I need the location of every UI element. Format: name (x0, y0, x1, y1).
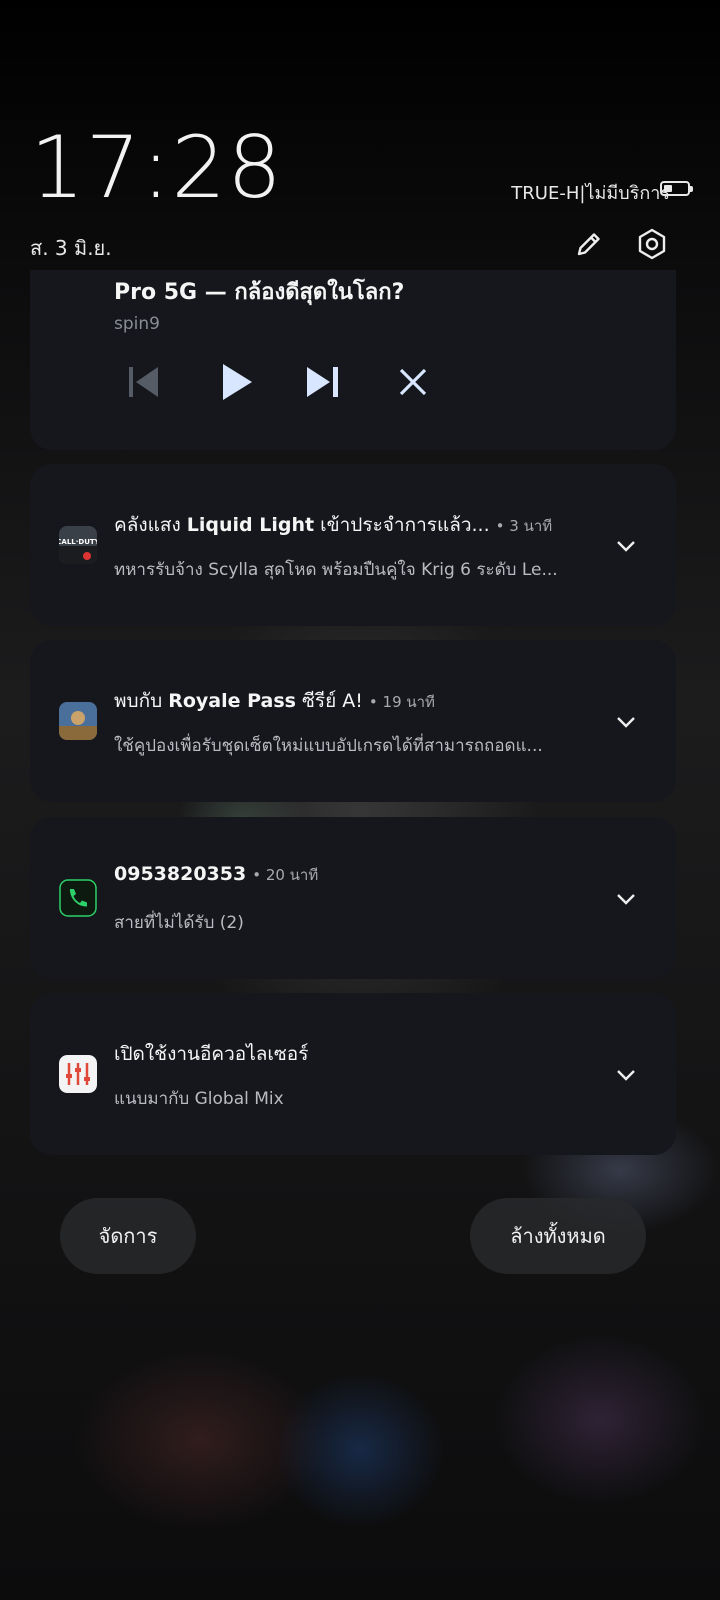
close-icon[interactable] (393, 362, 433, 402)
notification-pubg[interactable]: พบกับ Royale Pass ซีรีย์ A! • 19 นาที ใช้… (30, 640, 676, 802)
date: ส. 3 มิ.ย. (30, 236, 112, 260)
svg-text:CALL·DUTY: CALL·DUTY (59, 538, 97, 546)
skip-previous-icon[interactable] (124, 362, 164, 402)
notification-equalizer[interactable]: เปิดใช้งานอีควอไลเซอร์ แนบมากับ Global M… (30, 993, 676, 1155)
notification-title: เปิดใช้งานอีควอไลเซอร์ (114, 1043, 309, 1065)
clear-all-button[interactable]: ล้างทั้งหมด (470, 1198, 646, 1274)
notification-call-of-duty[interactable]: CALL·DUTY คลังแสง Liquid Light เข้าประจำ… (30, 464, 676, 626)
notification-missed-call[interactable]: 0953820353 • 20 นาที สายที่ไม่ได้รับ (2) (30, 817, 676, 979)
equalizer-icon (59, 1055, 97, 1093)
notification-time: • 3 นาที (495, 517, 553, 535)
battery-icon (660, 181, 693, 196)
manage-button[interactable]: จัดการ (60, 1198, 196, 1274)
chevron-down-icon[interactable] (614, 710, 638, 734)
notification-title: พบกับ Royale Pass ซีรีย์ A! • 19 นาที (114, 690, 435, 712)
notification-time: • 20 นาที (252, 866, 319, 884)
chevron-down-icon[interactable] (614, 887, 638, 911)
media-player-card[interactable]: Pro 5G — กล้องดีสุดในโลก? spin9 (30, 270, 676, 450)
skip-next-icon[interactable] (303, 362, 343, 402)
chevron-down-icon[interactable] (614, 534, 638, 558)
settings-icon[interactable] (635, 227, 669, 261)
pubg-icon (59, 702, 97, 740)
notification-text: แนบมากับ Global Mix (114, 1089, 284, 1109)
chevron-down-icon[interactable] (614, 1063, 638, 1087)
notification-title: คลังแสง Liquid Light เข้าประจำการแล้ว...… (114, 514, 553, 536)
clock: 17:28 (30, 118, 283, 218)
carrier-status: TRUE-H|ไม่มีบริการ (511, 183, 670, 204)
media-title: Pro 5G — กล้องดีสุดในโลก? (114, 280, 405, 305)
media-source: spin9 (114, 314, 160, 334)
edit-pencil-icon[interactable] (572, 227, 606, 261)
notification-text: ใช้คูปองเพื่อรับชุดเซ็ตใหม่แบบอัปเกรดได้… (114, 736, 543, 756)
phone-call-icon (59, 879, 97, 917)
play-icon[interactable] (216, 362, 256, 402)
notification-text: สายที่ไม่ได้รับ (2) (114, 913, 244, 933)
notification-text: ทหารรับจ้าง Scylla สุดโหด พร้อมปืนคู่ใจ … (114, 560, 558, 580)
notification-time: • 19 นาที (368, 693, 435, 711)
call-of-duty-icon: CALL·DUTY (59, 526, 97, 564)
notification-title: 0953820353 • 20 นาที (114, 863, 319, 885)
